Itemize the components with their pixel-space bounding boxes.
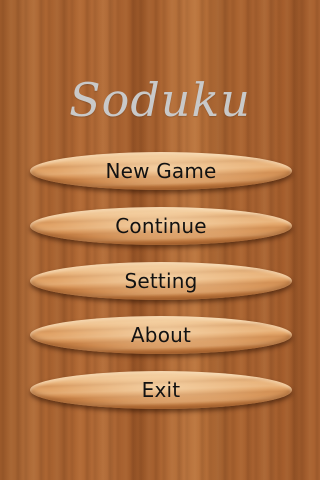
setting-label: Setting (124, 269, 198, 293)
setting-button[interactable]: Setting (30, 262, 292, 300)
new-game-label: New Game (105, 159, 217, 183)
exit-button[interactable]: Exit (30, 371, 292, 409)
new-game-button[interactable]: New Game (30, 152, 292, 190)
about-label: About (130, 323, 192, 347)
continue-button[interactable]: Continue (30, 207, 292, 245)
main-menu-screen: Soduku New Game Continue Setting About E… (0, 0, 320, 480)
app-title: Soduku (69, 73, 251, 127)
continue-label: Continue (115, 214, 207, 238)
exit-label: Exit (141, 378, 181, 402)
about-button[interactable]: About (30, 316, 292, 354)
